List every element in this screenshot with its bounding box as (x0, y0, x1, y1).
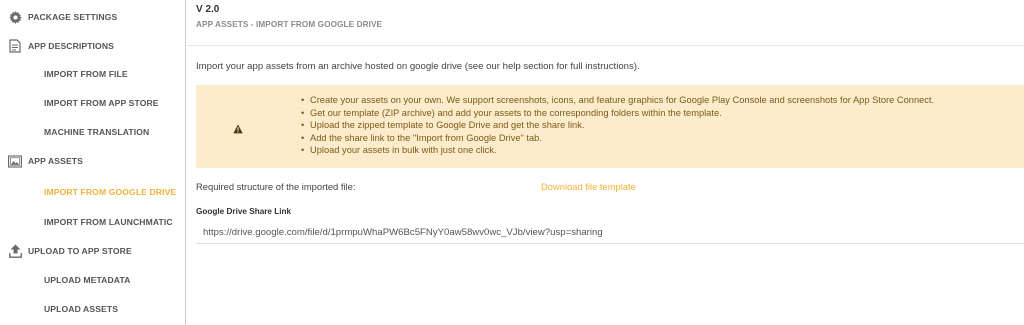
sidebar-item-label: IMPORT FROM APP STORE (44, 98, 159, 108)
sidebar-item-label: APP DESCRIPTIONS (28, 41, 114, 51)
sidebar-item-label: UPLOAD METADATA (44, 275, 131, 285)
sidebar-item-import-from-file[interactable]: IMPORT FROM FILE (0, 60, 185, 88)
sidebar-item-app-descriptions[interactable]: APP DESCRIPTIONS (0, 32, 185, 60)
warning-item: Upload your assets in bulk with just one… (301, 144, 934, 157)
sidebar-item-label: IMPORT FROM LAUNCHMATIC (44, 217, 173, 227)
warning-icon (233, 121, 243, 134)
sidebar-item-import-from-google-drive[interactable]: IMPORT FROM GOOGLE DRIVE (0, 178, 185, 206)
gdrive-share-link-label: Google Drive Share Link (196, 207, 292, 216)
sidebar-item-package-settings[interactable]: PACKAGE SETTINGS (0, 3, 185, 31)
sidebar-item-machine-translation[interactable]: MACHINE TRANSLATION (0, 118, 185, 146)
intro-text: Import your app assets from an archive h… (196, 61, 640, 72)
sidebar-item-app-assets[interactable]: APP ASSETS (0, 147, 185, 175)
sidebar: PACKAGE SETTINGS APP DESCRIPTIONS IMPORT… (0, 0, 186, 325)
gear-icon (8, 10, 22, 24)
warning-panel: Create your assets on your own. We suppo… (196, 85, 1024, 168)
warning-item: Add the share link to the "Import from G… (301, 132, 934, 145)
sidebar-item-import-from-launchmatic[interactable]: IMPORT FROM LAUNCHMATIC (0, 208, 185, 236)
download-template-link[interactable]: Download file template (541, 181, 636, 192)
sidebar-item-upload-to-app-store[interactable]: UPLOAD TO APP STORE (0, 237, 185, 265)
sidebar-item-label: UPLOAD TO APP STORE (28, 246, 132, 256)
warning-item: Upload the zipped template to Google Dri… (301, 119, 934, 132)
required-structure-label: Required structure of the imported file: (196, 181, 356, 192)
main-content: V 2.0 APP ASSETS - IMPORT FROM GOOGLE DR… (186, 0, 1024, 325)
warning-item: Get our template (ZIP archive) and add y… (301, 107, 934, 120)
sidebar-item-label: APP ASSETS (28, 156, 83, 166)
header-divider (186, 45, 1024, 46)
sidebar-item-label: IMPORT FROM GOOGLE DRIVE (44, 187, 177, 197)
sidebar-item-label: UPLOAD ASSETS (44, 304, 119, 314)
warning-list: Create your assets on your own. We suppo… (301, 94, 934, 157)
sidebar-item-label: MACHINE TRANSLATION (44, 127, 150, 137)
image-icon (8, 154, 22, 168)
version-label: V 2.0 (196, 4, 220, 15)
upload-icon (8, 244, 22, 258)
sidebar-item-label: IMPORT FROM FILE (44, 69, 128, 79)
sidebar-item-import-from-app-store[interactable]: IMPORT FROM APP STORE (0, 89, 185, 117)
sidebar-item-upload-metadata[interactable]: UPLOAD METADATA (0, 266, 185, 294)
page-title: APP ASSETS - IMPORT FROM GOOGLE DRIVE (196, 20, 383, 29)
warning-item: Create your assets on your own. We suppo… (301, 94, 934, 107)
document-icon (8, 39, 22, 53)
sidebar-item-upload-assets[interactable]: UPLOAD ASSETS (0, 295, 185, 323)
sidebar-item-label: PACKAGE SETTINGS (28, 12, 118, 22)
gdrive-share-link-input[interactable] (196, 222, 1024, 244)
